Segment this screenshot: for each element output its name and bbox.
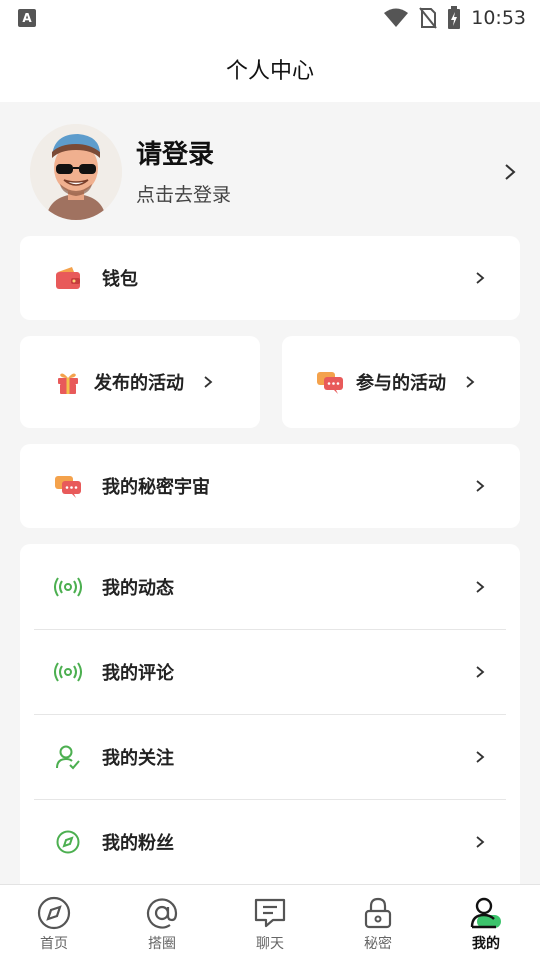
compass-icon	[37, 896, 71, 930]
at-icon	[146, 898, 178, 929]
chevron-right-icon	[476, 272, 485, 284]
broadcast-icon	[54, 658, 82, 686]
joined-activities-card[interactable]: 参与的活动	[282, 336, 520, 428]
page-header: 个人中心	[0, 36, 540, 102]
lock-icon	[364, 897, 392, 929]
tab-home[interactable]: 首页	[0, 885, 108, 960]
tab-secret[interactable]: 秘密	[324, 885, 432, 960]
tab-label: 我的	[472, 936, 500, 952]
secret-universe-label: 我的秘密宇宙	[102, 477, 210, 498]
tab-label: 首页	[40, 936, 68, 952]
profile-menu-list: 我的动态 我的评论 我的关注 我的粉丝	[20, 544, 520, 884]
chevron-right-icon	[476, 665, 485, 678]
list-item-my-comments[interactable]: 我的评论	[20, 629, 520, 714]
wallet-card[interactable]: 钱包	[20, 236, 520, 320]
main-content: 请登录 点击去登录 钱包 发布的活动 参与的活动 我的秘密宇宙 我的动态 我的评…	[0, 102, 540, 884]
chevron-right-icon	[204, 376, 213, 388]
gift-icon	[54, 368, 82, 396]
tab-mine[interactable]: 我的	[432, 885, 540, 960]
tab-label: 搭圈	[148, 936, 176, 952]
chat-bubbles-icon	[54, 472, 82, 500]
chat-icon	[254, 898, 286, 928]
published-activities-card[interactable]: 发布的活动	[20, 336, 260, 428]
published-activities-label: 发布的活动	[94, 373, 184, 394]
tab-chat[interactable]: 聊天	[216, 885, 324, 960]
status-bar: A 10:53	[0, 0, 540, 36]
list-item-label: 我的关注	[102, 747, 174, 769]
compass-icon	[54, 828, 82, 856]
login-profile-row[interactable]: 请登录 点击去登录	[30, 122, 520, 222]
joined-activities-label: 参与的活动	[356, 373, 446, 394]
clock: 10:53	[471, 7, 526, 29]
list-item-label: 我的动态	[102, 577, 174, 599]
profile-icon	[470, 897, 501, 929]
avatar	[30, 124, 122, 220]
user-check-icon	[54, 743, 82, 771]
list-item-label: 我的评论	[102, 662, 174, 684]
list-item-my-posts[interactable]: 我的动态	[20, 544, 520, 629]
list-item-my-fans[interactable]: 我的粉丝	[20, 799, 520, 884]
chevron-right-icon	[476, 835, 485, 848]
chevron-right-icon	[476, 580, 485, 593]
secret-universe-card[interactable]: 我的秘密宇宙	[20, 444, 520, 528]
broadcast-icon	[54, 573, 82, 601]
page-title: 个人中心	[225, 59, 314, 84]
chevron-right-icon	[476, 480, 485, 492]
list-item-label: 我的粉丝	[102, 832, 174, 854]
bottom-tab-bar: 首页 搭圈 聊天 秘密 我的	[0, 884, 540, 960]
chevron-right-icon	[505, 164, 516, 180]
list-item-my-following[interactable]: 我的关注	[20, 714, 520, 799]
chevron-right-icon	[466, 376, 475, 388]
chat-bubbles-icon	[316, 368, 344, 396]
profile-name: 请登录	[136, 139, 215, 170]
battery-charging-icon	[448, 6, 461, 29]
app-notification-icon: A	[18, 9, 36, 27]
wallet-label: 钱包	[102, 269, 138, 290]
chevron-right-icon	[476, 750, 485, 763]
no-sim-icon	[419, 7, 438, 29]
tab-label: 秘密	[364, 936, 392, 952]
wallet-icon	[54, 264, 82, 292]
profile-subtitle: 点击去登录	[136, 183, 232, 206]
tab-label: 聊天	[256, 936, 284, 952]
wifi-icon	[384, 8, 409, 27]
tab-circles[interactable]: 搭圈	[108, 885, 216, 960]
